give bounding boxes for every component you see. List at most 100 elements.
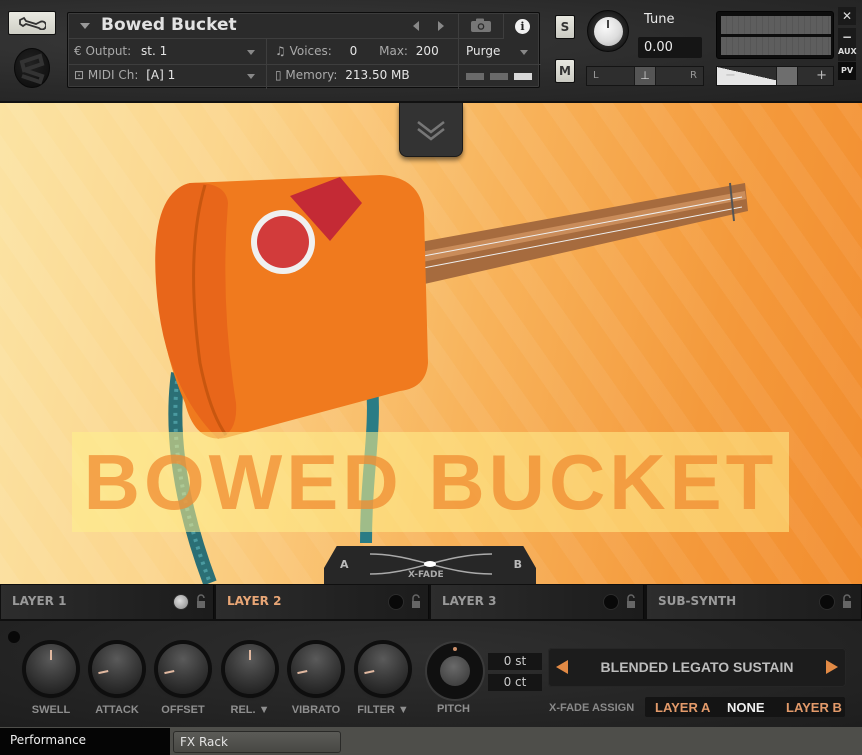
purge-indicator <box>514 73 532 80</box>
meter-right <box>721 37 831 55</box>
pv-button[interactable]: PV <box>838 62 856 80</box>
xfade-assign-none[interactable]: NONE <box>727 700 765 715</box>
info-button[interactable]: i <box>503 13 541 39</box>
tab-fx-rack[interactable]: FX Rack <box>173 731 341 753</box>
layer-3-label: LAYER 3 <box>442 594 497 608</box>
lock-icon[interactable] <box>842 594 852 608</box>
instrument-options-button[interactable] <box>8 11 56 35</box>
layer-2-label: LAYER 2 <box>227 594 282 608</box>
collapse-header-button[interactable] <box>399 103 463 157</box>
attack-knob-group: ATTACK <box>90 644 144 716</box>
memory-label: Memory: <box>285 68 338 82</box>
pitch-knob[interactable] <box>427 643 483 699</box>
offset-knob[interactable] <box>158 644 208 694</box>
layer-3-power-toggle[interactable] <box>604 595 618 609</box>
pan-left-label: L <box>593 70 599 81</box>
voices-value: 0 <box>349 44 358 58</box>
divider <box>266 39 267 89</box>
vibrato-label: VIBRATO <box>291 704 341 716</box>
midi-value: [A] 1 <box>146 68 176 82</box>
pitch-cents[interactable]: 0 ct <box>488 674 542 691</box>
volume-slider[interactable]: − + <box>716 66 834 86</box>
xfade-control[interactable]: A B X-FADE <box>324 546 536 584</box>
tab-layer-1[interactable]: LAYER 1 <box>1 585 214 619</box>
vibrato-knob[interactable] <box>291 644 341 694</box>
instrument-menu-arrow-icon[interactable] <box>80 23 90 29</box>
filter-knob-group: FILTER ▼ <box>356 644 410 716</box>
midi-icon: ⊡ <box>74 68 88 82</box>
layer-2-power-toggle[interactable] <box>389 595 403 609</box>
bottom-tab-bar: Performance FX Rack <box>0 727 862 755</box>
instrument-info-panel: Bowed Bucket i € Output: st. 1 ⊡ MIDI Ch… <box>67 12 541 89</box>
layer-tab-bar: LAYER 1 LAYER 2 LAYER 3 SUB-SYNTH <box>0 584 862 621</box>
release-knob[interactable] <box>225 644 275 694</box>
xfade-label: X-FADE <box>408 570 444 580</box>
volume-handle[interactable] <box>776 67 798 85</box>
tab-layer-3[interactable]: LAYER 3 <box>431 585 644 619</box>
filter-label[interactable]: FILTER ▼ <box>346 704 420 716</box>
articulation-selector: BLENDED LEGATO SUSTAIN <box>548 648 846 687</box>
next-instrument-icon[interactable] <box>438 21 444 31</box>
tab-sub-synth[interactable]: SUB-SYNTH <box>647 585 862 619</box>
voices-field: ♫ Voices: 0 Max: 200 <box>275 44 439 58</box>
kontakt-logo <box>14 48 50 88</box>
info-icon: i <box>515 18 530 34</box>
tab-performance[interactable]: Performance <box>0 728 170 755</box>
prev-articulation-icon[interactable] <box>556 660 568 674</box>
solo-button[interactable]: S <box>555 15 575 39</box>
max-label: Max: <box>379 44 408 58</box>
filter-knob[interactable] <box>358 644 408 694</box>
offset-label: OFFSET <box>161 704 205 716</box>
xfade-assign-layer-a[interactable]: LAYER A <box>655 700 710 715</box>
pan-right-label: R <box>690 70 697 81</box>
lock-icon[interactable] <box>411 594 421 608</box>
output-value: st. 1 <box>141 44 168 58</box>
pan-handle[interactable]: ⊥ <box>634 67 656 85</box>
volume-minus-label: − <box>725 68 736 83</box>
layer-1-power-toggle[interactable] <box>174 595 188 609</box>
volume-plus-label: + <box>816 68 827 83</box>
mute-button[interactable]: M <box>555 59 575 83</box>
instrument-title-text: BOWED BUCKET <box>83 438 778 526</box>
knob-indicator <box>164 669 175 675</box>
instrument-name[interactable]: Bowed Bucket <box>101 15 237 35</box>
close-button[interactable]: ✕ <box>838 7 856 25</box>
sub-synth-power-toggle[interactable] <box>820 595 834 609</box>
purge-dropdown-icon[interactable] <box>520 50 528 55</box>
pitch-semitones[interactable]: 0 st <box>488 653 542 670</box>
aux-button[interactable]: AUX <box>838 43 857 61</box>
tune-knob-cap <box>594 17 623 46</box>
release-label[interactable]: REL. ▼ <box>213 704 287 716</box>
output-field[interactable]: € Output: st. 1 <box>74 44 167 58</box>
memory-icon: ▯ <box>275 68 286 82</box>
articulation-name[interactable]: BLENDED LEGATO SUSTAIN <box>578 659 816 675</box>
swell-knob-group: SWELL <box>24 644 78 716</box>
midi-channel-field[interactable]: ⊡ MIDI Ch: [A] 1 <box>74 68 175 82</box>
purge-button[interactable]: Purge <box>466 44 500 58</box>
divider <box>68 64 541 65</box>
tune-knob[interactable] <box>587 10 629 52</box>
sub-synth-label: SUB-SYNTH <box>658 594 737 608</box>
instrument-name-row: Bowed Bucket <box>68 13 458 39</box>
release-knob-group: REL. ▼ <box>223 644 277 716</box>
lock-icon[interactable] <box>196 594 206 608</box>
vibrato-knob-group: VIBRATO <box>289 644 343 716</box>
pan-slider[interactable]: L ⊥ R <box>586 66 704 86</box>
attack-knob[interactable] <box>92 644 142 694</box>
midi-dropdown-icon[interactable] <box>247 74 255 79</box>
next-articulation-icon[interactable] <box>826 660 838 674</box>
output-dropdown-icon[interactable] <box>247 50 255 55</box>
max-voices-value[interactable]: 200 <box>416 44 439 58</box>
voices-label: Voices: <box>289 44 332 58</box>
xfade-assign-layer-b[interactable]: LAYER B <box>786 700 842 715</box>
snapshot-button[interactable] <box>458 13 503 39</box>
memory-field: ▯ Memory: 213.50 MB <box>275 68 410 82</box>
lock-icon[interactable] <box>626 594 636 608</box>
meter-left <box>721 16 831 34</box>
layer-1-label: LAYER 1 <box>12 594 67 608</box>
performance-controls: SWELL ATTACK OFFSET REL. ▼ VIBRATO FILTE… <box>0 621 862 727</box>
tab-layer-2[interactable]: LAYER 2 <box>216 585 429 619</box>
swell-knob[interactable] <box>26 644 76 694</box>
prev-instrument-icon[interactable] <box>413 21 419 31</box>
offset-knob-group: OFFSET <box>156 644 210 716</box>
